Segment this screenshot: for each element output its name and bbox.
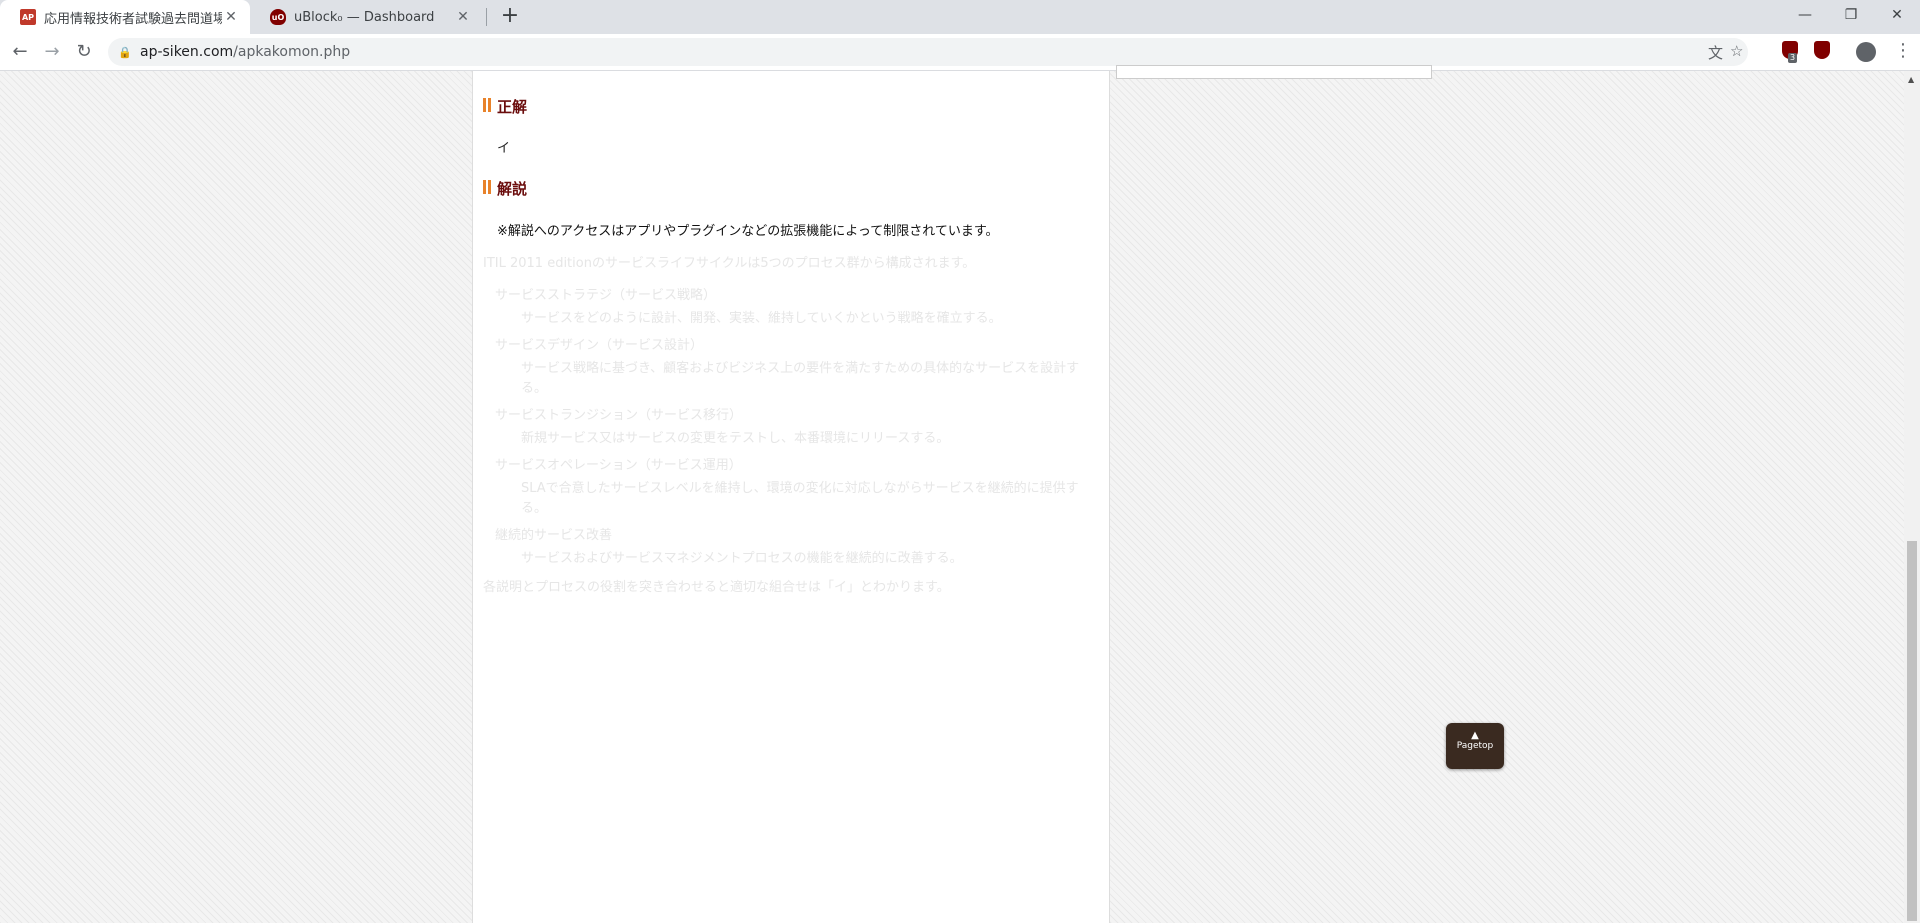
menu-kebab-icon[interactable]: ⋮ (1894, 40, 1912, 61)
extension-shield-icon[interactable] (1812, 41, 1832, 63)
vertical-scrollbar[interactable]: ▲ (1904, 71, 1920, 923)
close-window-button[interactable]: ✕ (1874, 0, 1920, 30)
main-content: 正解 イ 解説 ※解説へのアクセスはアプリやプラグインなどの拡張機能によって制限… (472, 71, 1110, 923)
back-button[interactable]: ← (8, 40, 32, 64)
new-tab-button[interactable]: + (498, 5, 522, 29)
scroll-up-icon[interactable]: ▲ (1908, 75, 1914, 84)
process-desc: サービス戦略に基づき、顧客およびビジネス上の要件を満たすための具体的なサービスを… (521, 361, 1080, 396)
minimize-button[interactable]: — (1782, 0, 1828, 30)
bookmark-star-icon[interactable]: ☆ (1730, 42, 1743, 60)
process-term: 継続的サービス改善 (495, 528, 613, 543)
process-desc: サービスおよびサービスマネジメントプロセスの機能を継続的に改善する。 (521, 551, 963, 566)
url-text[interactable]: ap-siken.com/apkakomon.php (140, 44, 350, 60)
ap-siken-favicon-icon: AP (20, 9, 36, 25)
process-desc: 新規サービス又はサービスの変更をテストし、本番環境にリリースする。 (521, 431, 950, 446)
tab-separator (486, 8, 487, 26)
process-desc: サービスをどのように設計、開発、実装、維持していくかという戦略を確立する。 (521, 311, 1002, 326)
explanation-intro: ITIL 2011 editionのサービスライフサイクルは5つのプロセス群から… (483, 256, 976, 271)
url-path: /apkakomon.php (233, 44, 351, 60)
process-term: サービスストラテジ（サービス戦略） (495, 288, 717, 303)
address-bar[interactable]: 🔒 ap-siken.com/apkakomon.php 文 ☆ (108, 38, 1748, 66)
forward-button[interactable]: → (40, 40, 64, 64)
process-term: サービスデザイン（サービス設計） (495, 338, 704, 353)
up-arrow-icon: ▲ (1471, 730, 1479, 741)
shield-icon (1814, 41, 1830, 59)
tab-ublock-dashboard[interactable]: uO uBlock₀ — Dashboard ✕ (250, 0, 482, 34)
process-desc: SLAで合意したサービスレベルを維持し、環境の変化に対応しながらサービスを継続的… (521, 481, 1079, 516)
explanation-heading: 解説 (483, 178, 527, 199)
pagetop-button[interactable]: ▲ Pagetop (1446, 723, 1504, 769)
close-tab-icon[interactable]: ✕ (454, 9, 472, 25)
explanation-conclusion: 各説明とプロセスの役割を突き合わせると適切な組合せは「イ」とわかります。 (483, 580, 950, 595)
answer-heading: 正解 (483, 96, 527, 117)
tab-title: 応用情報技術者試験過去問道場 (44, 11, 222, 27)
reload-button[interactable]: ↻ (72, 40, 96, 64)
process-term: サービストランジション（サービス移行） (495, 408, 743, 423)
close-tab-icon[interactable]: ✕ (222, 9, 240, 25)
tab-strip: AP 応用情報技術者試験過去問道場 ✕ uO uBlock₀ — Dashboa… (0, 0, 1920, 34)
hidden-explanation: ITIL 2011 editionのサービスライフサイクルは5つのプロセス群から… (483, 255, 1093, 611)
restriction-notice: ※解説へのアクセスはアプリやプラグインなどの拡張機能によって制限されています。 (497, 224, 999, 239)
browser-toolbar: ← → ↻ 🔒 ap-siken.com/apkakomon.php 文 ☆ 3… (0, 34, 1920, 71)
tab-title: uBlock₀ — Dashboard (294, 9, 435, 25)
page-background: 正解 イ 解説 ※解説へのアクセスはアプリやプラグインなどの拡張機能によって制限… (0, 65, 1904, 923)
ublock-favicon-icon: uO (270, 9, 286, 25)
answer-text: イ (497, 141, 511, 156)
tab-ap-siken[interactable]: AP 応用情報技術者試験過去問道場 ✕ (0, 0, 250, 34)
lock-icon[interactable]: 🔒 (118, 46, 132, 59)
process-term: サービスオペレーション（サービス運用） (495, 458, 742, 473)
maximize-button[interactable]: ❐ (1828, 0, 1874, 30)
url-host: ap-siken.com (140, 44, 234, 60)
sidebar-box (1116, 65, 1432, 79)
ublock-extension-icon[interactable]: 3 (1780, 41, 1800, 63)
translate-icon[interactable]: 文 (1708, 42, 1723, 63)
process-list: サービスストラテジ（サービス戦略） サービスをどのように設計、開発、実装、維持し… (483, 287, 1093, 569)
profile-avatar-icon[interactable] (1856, 42, 1876, 62)
scrollbar-thumb[interactable] (1907, 541, 1917, 921)
pagetop-label: Pagetop (1456, 741, 1494, 751)
blocked-count-badge: 3 (1788, 53, 1798, 63)
